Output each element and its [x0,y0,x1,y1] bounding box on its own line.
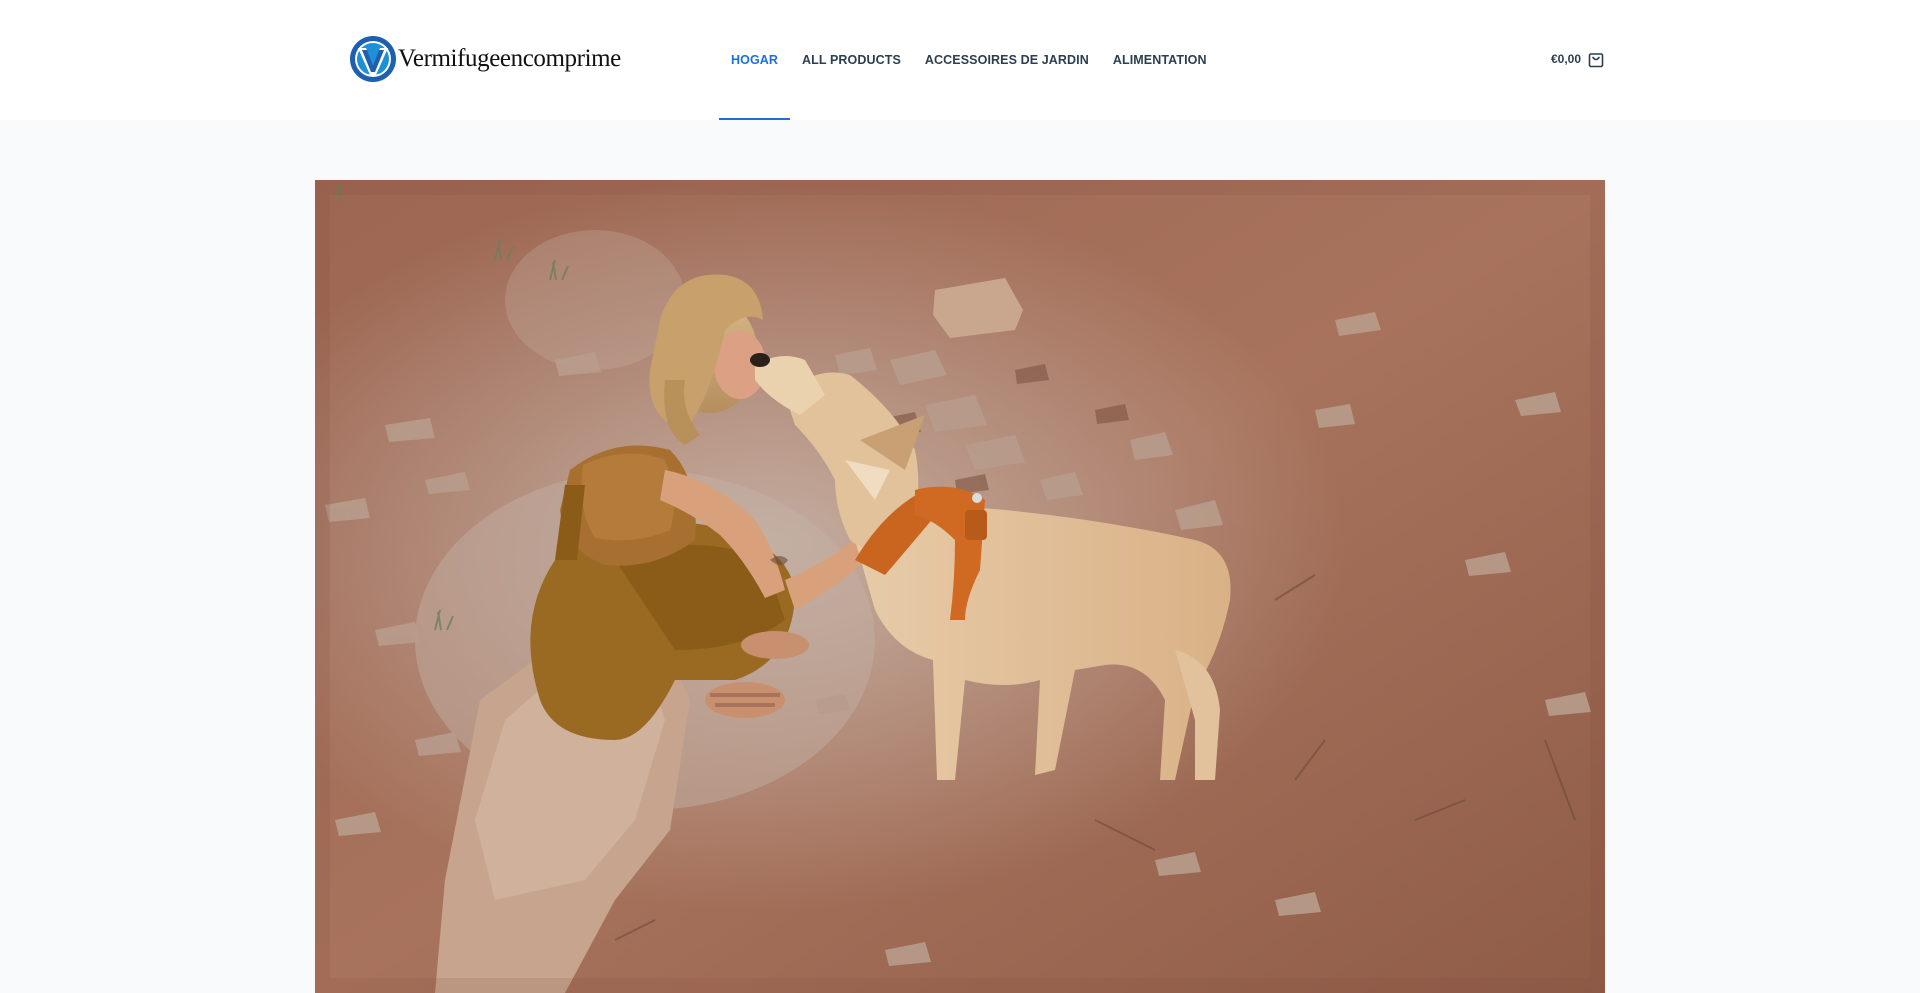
nav-item-all-products[interactable]: ALL PRODUCTS [790,0,913,120]
woman-kissing-dog-photo [315,180,1605,993]
nav-item-alimentation[interactable]: ALIMENTATION [1101,0,1219,120]
hero-image [315,180,1605,993]
logo-text: Vermifugeencomprime [398,45,621,72]
logo-mark-icon [350,36,396,82]
nav-item-accessoires-de-jardin[interactable]: ACCESSOIRES DE JARDIN [913,0,1101,120]
nav-item-label: HOGAR [731,53,779,67]
cart-button[interactable]: €0,00 [1551,48,1604,70]
nav-item-hogar[interactable]: HOGAR [719,0,791,120]
shopping-bag-icon [1588,52,1604,67]
nav-item-label: ALL PRODUCTS [802,53,901,67]
cart-total: €0,00 [1551,52,1582,66]
nav-item-label: ALIMENTATION [1112,53,1207,67]
site-logo[interactable]: Vermifugeencomprime [349,35,621,83]
main-nav: HOGAR ALL PRODUCTS ACCESSOIRES DE JARDIN… [719,0,1219,120]
site-header: Vermifugeencomprime HOGAR ALL PRODUCTS A… [0,0,1920,120]
nav-item-label: ACCESSOIRES DE JARDIN [924,53,1089,67]
